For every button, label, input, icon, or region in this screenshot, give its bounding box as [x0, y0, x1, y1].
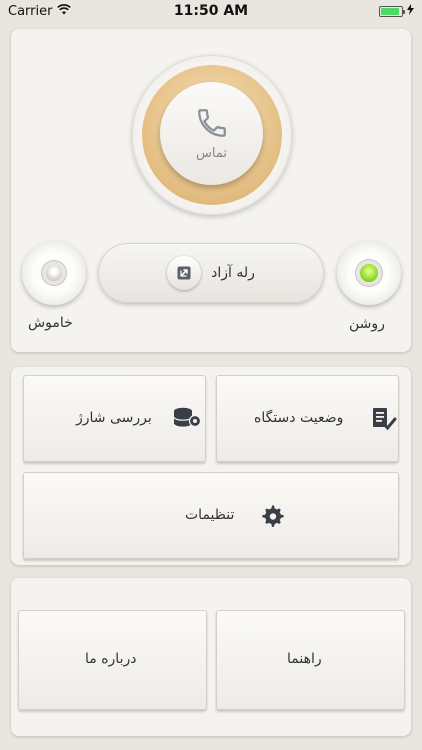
device-status-button[interactable]: وضعیت دستگاه	[216, 375, 399, 462]
device-status-label: وضعیت دستگاه	[254, 410, 344, 426]
off-indicator-icon	[46, 265, 62, 281]
on-label: روشن	[349, 316, 385, 332]
phone-icon	[195, 106, 229, 144]
about-button[interactable]: درباره ما	[18, 610, 207, 710]
help-button[interactable]: راهنما	[216, 610, 405, 710]
off-label: خاموش	[28, 315, 73, 331]
call-label: تماس	[196, 146, 227, 161]
relay-label: رله آزاد	[211, 265, 255, 281]
on-indicator-icon	[360, 264, 378, 282]
call-button[interactable]: تماس	[160, 82, 263, 185]
on-button[interactable]	[337, 241, 401, 305]
about-label: درباره ما	[85, 651, 137, 667]
status-bar: Carrier 11:50 AM	[0, 0, 422, 22]
check-charge-button[interactable]: بررسی شارژ	[23, 375, 206, 462]
off-button[interactable]	[22, 241, 86, 305]
status-right	[379, 3, 414, 19]
status-left: Carrier	[8, 3, 72, 19]
relay-release-button[interactable]: رله آزاد	[98, 243, 324, 303]
carrier-label: Carrier	[8, 3, 53, 19]
settings-button[interactable]: تنظیمات	[23, 472, 399, 559]
gear-icon	[260, 504, 284, 528]
charging-bolt-icon	[407, 3, 414, 19]
checklist-icon	[371, 406, 397, 432]
wifi-icon	[57, 3, 72, 19]
battery-icon	[379, 5, 405, 17]
help-label: راهنما	[287, 651, 322, 667]
settings-label: تنظیمات	[185, 507, 235, 523]
external-link-icon	[167, 256, 202, 290]
database-icon	[172, 406, 202, 432]
battery-fill	[381, 7, 399, 15]
check-charge-label: بررسی شارژ	[76, 410, 152, 426]
